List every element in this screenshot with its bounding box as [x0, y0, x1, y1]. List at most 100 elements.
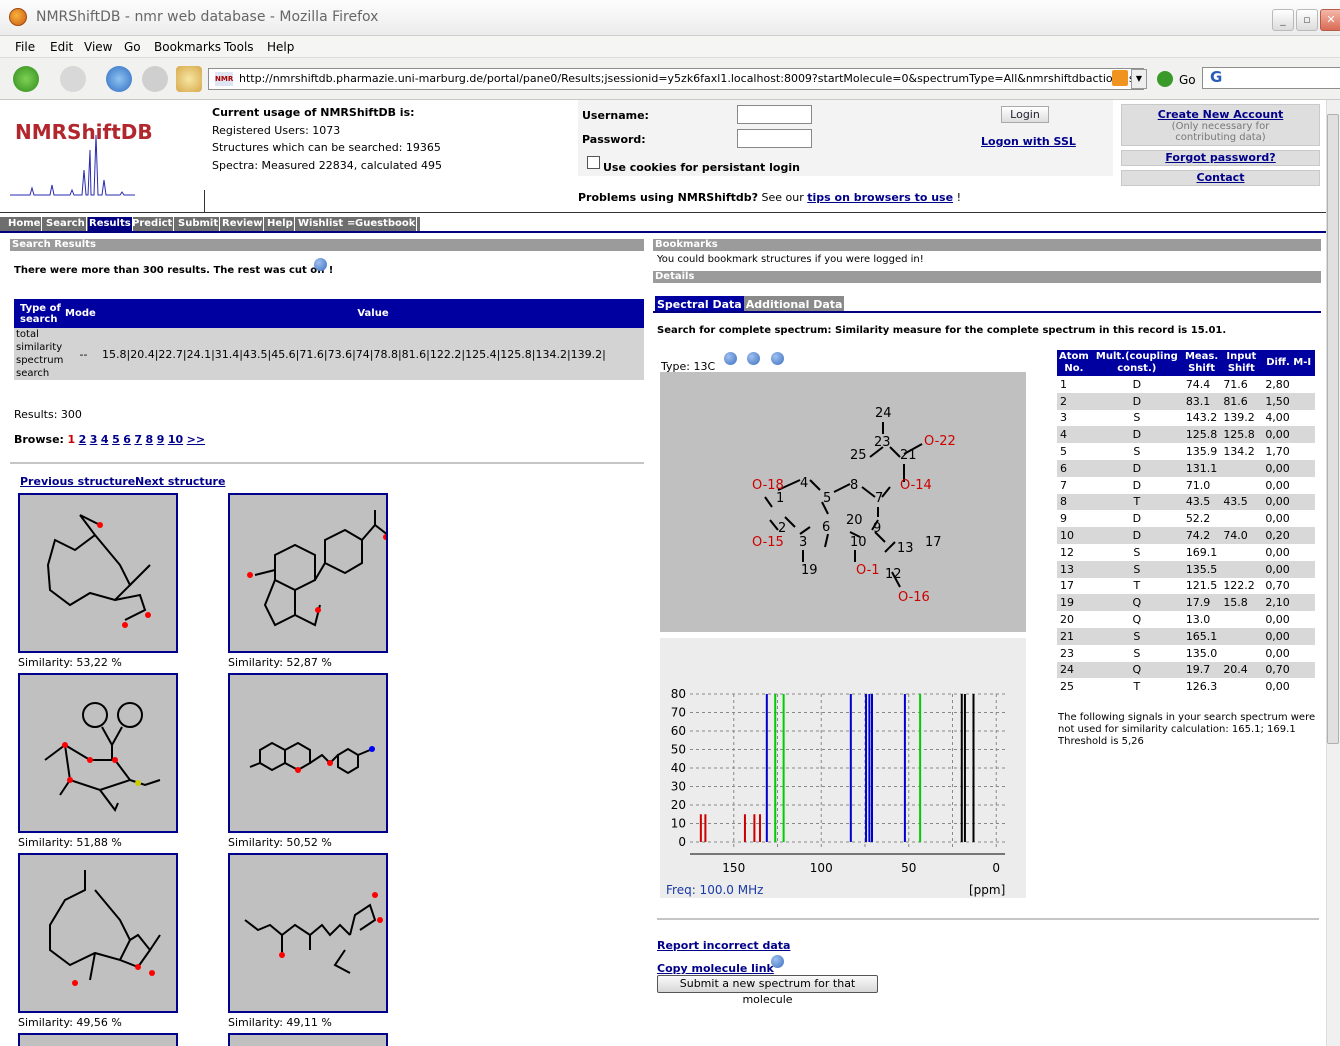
go-button[interactable]: Go [1179, 73, 1196, 87]
report-incorrect-link[interactable]: Report incorrect data [657, 939, 790, 952]
multiplicity-cell: D [1090, 527, 1183, 544]
rss-icon[interactable] [1112, 70, 1128, 86]
menu-edit[interactable]: Edit [50, 40, 73, 54]
table-row: 8 T 43.5 43.5 0,00 [1057, 493, 1315, 511]
submit-new-spectrum-button[interactable]: Submit a new spectrum for that molecule [657, 975, 878, 1006]
password-input[interactable] [737, 129, 812, 148]
table-row: 19 Q 17.9 15.8 2,10 [1057, 594, 1315, 612]
forgot-password-link[interactable]: Forgot password? [1121, 150, 1320, 166]
menu-view[interactable]: View [84, 40, 112, 54]
previous-structure-link[interactable]: Previous structure [20, 475, 135, 488]
minimize-button[interactable]: _ [1272, 9, 1294, 31]
reload-icon[interactable] [106, 66, 132, 92]
page-link[interactable]: 7 [134, 433, 142, 446]
tab-predict[interactable]: Predict [131, 217, 175, 231]
contact-link[interactable]: Contact [1121, 170, 1320, 186]
login-panel: Username: Password: Login Logon with SSL… [578, 100, 1113, 176]
page-link[interactable]: 2 [79, 433, 87, 446]
next-structure-link[interactable]: Next structure [135, 475, 225, 488]
menu-bookmarks[interactable]: Bookmarks [154, 40, 221, 54]
help-icon[interactable] [771, 955, 784, 968]
shift-table: Atom No. Mult.(coupling const.) Meas. Sh… [1057, 350, 1315, 696]
tab-wishlist[interactable]: Wishlist [297, 217, 344, 231]
page-link[interactable]: 5 [112, 433, 120, 446]
create-account-link[interactable]: Create New Account [1122, 108, 1319, 121]
meas-shift-cell: 52.2 [1182, 510, 1221, 528]
info-icon[interactable] [747, 352, 760, 365]
tab-home[interactable]: Home [7, 217, 43, 231]
input-shift-cell [1220, 644, 1263, 662]
structure-thumbnail[interactable] [228, 1033, 388, 1046]
atom-no-cell: 23 [1057, 644, 1091, 662]
meas-shift-cell: 74.2 [1182, 527, 1221, 544]
username-input[interactable] [737, 105, 812, 124]
page-next-link[interactable]: >> [187, 433, 205, 446]
structure-thumbnail[interactable] [228, 853, 388, 1013]
multiplicity-cell: S [1090, 560, 1183, 578]
y-tick-label: 30 [671, 780, 686, 794]
browser-tips-link[interactable]: tips on browsers to use [807, 191, 953, 204]
x-tick-label: 50 [901, 861, 916, 875]
url-bar[interactable]: NMR http://nmrshiftdb.pharmazie.uni-marb… [208, 68, 1144, 90]
atom-label: O-1 [856, 563, 880, 578]
menu-go[interactable]: Go [124, 40, 141, 54]
back-icon[interactable] [13, 66, 39, 92]
menu-help[interactable]: Help [267, 40, 294, 54]
atom-label: 25 [850, 448, 867, 463]
url-dropdown-icon[interactable]: ▼ [1131, 69, 1147, 89]
menu-tools[interactable]: Tools [224, 40, 254, 54]
meas-shift-cell: 13.0 [1182, 611, 1221, 628]
site-logo[interactable]: NMRShiftDB [15, 120, 153, 144]
info-icon[interactable] [771, 352, 784, 365]
copy-molecule-link[interactable]: Copy molecule link [657, 962, 774, 975]
atom-label: 17 [925, 535, 942, 550]
forward-icon[interactable] [60, 66, 86, 92]
row-type: total similarity spectrum search [16, 329, 64, 379]
input-shift-cell: 20.4 [1220, 661, 1263, 679]
cookies-checkbox[interactable] [587, 156, 600, 169]
col-type-header: Type of search [20, 302, 61, 325]
tab-review[interactable]: Review [221, 217, 265, 231]
page-link[interactable]: 8 [146, 433, 154, 446]
atom-no-cell: 2 [1057, 392, 1091, 410]
diff-cell: 0,00 [1262, 493, 1315, 511]
scrollbar-thumb[interactable] [1327, 114, 1339, 744]
ssl-login-link[interactable]: Logon with SSL [981, 135, 1076, 148]
create-account-box[interactable]: Create New Account (Only necessary for c… [1121, 104, 1320, 146]
y-tick-label: 50 [671, 743, 686, 757]
page-link[interactable]: 9 [157, 433, 165, 446]
help-icon[interactable] [314, 258, 327, 271]
structure-thumbnail[interactable] [228, 673, 388, 833]
home-icon[interactable] [176, 66, 202, 92]
tab-search[interactable]: Search [45, 217, 87, 231]
meas-shift-cell: 135.0 [1182, 644, 1221, 662]
maximize-button[interactable]: ▫ [1296, 9, 1318, 31]
structure-thumbnail[interactable] [18, 493, 178, 653]
tab-submit[interactable]: Submit [177, 217, 221, 231]
page-link[interactable]: 10 [168, 433, 183, 446]
tab-results[interactable]: Results [88, 217, 133, 231]
page-link[interactable]: 4 [101, 433, 109, 446]
tab-help[interactable]: Help [266, 217, 295, 231]
go-icon[interactable] [1157, 71, 1173, 87]
close-button[interactable]: ✕ [1320, 9, 1340, 31]
page-link[interactable]: 3 [90, 433, 98, 446]
menu-file[interactable]: File [15, 40, 35, 54]
problems-notice: Problems using NMRShiftdb? See our tips … [578, 191, 961, 204]
page-link[interactable]: 6 [123, 433, 131, 446]
tab-guestbook[interactable]: Guestbook [354, 217, 418, 231]
page-link[interactable]: 1 [67, 433, 75, 446]
diff-cell: 0,00 [1262, 627, 1315, 645]
search-box[interactable]: G [1202, 67, 1340, 89]
structure-thumbnail[interactable] [18, 853, 178, 1013]
info-icon[interactable] [724, 352, 737, 365]
atom-no-cell: 10 [1057, 527, 1091, 544]
structure-thumbnail[interactable] [228, 493, 389, 653]
similarity-measure-text: Search for complete spectrum: Similarity… [657, 325, 1227, 336]
input-shift-cell [1220, 459, 1263, 477]
structure-thumbnail[interactable] [18, 1033, 178, 1046]
multiplicity-cell: D [1090, 459, 1183, 477]
structure-thumbnail[interactable] [18, 673, 178, 833]
login-button[interactable]: Login [1001, 106, 1049, 123]
stop-icon[interactable] [142, 66, 168, 92]
